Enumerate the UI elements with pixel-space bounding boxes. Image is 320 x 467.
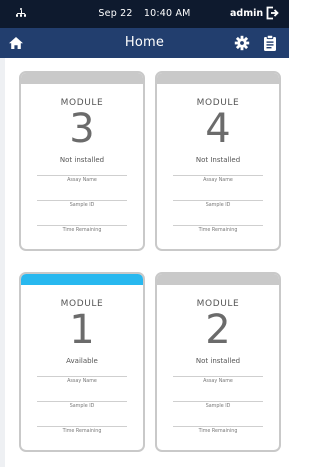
time-remaining-field: Time Remaining [173, 217, 263, 242]
module-status: Not installed [59, 156, 105, 164]
module-card-header [21, 274, 143, 285]
time-remaining-field: Time Remaining [37, 418, 127, 443]
sample-id-field: Sample ID [173, 192, 263, 217]
assay-name-label: Assay Name [67, 178, 97, 183]
module-number: 3 [69, 106, 95, 152]
clipboard-icon[interactable] [262, 34, 278, 52]
time-remaining-label: Time Remaining [198, 228, 238, 233]
module-card-1[interactable]: MODULE 1 Available Assay Name Sample ID … [19, 272, 145, 452]
assay-name-field: Assay Name [173, 167, 263, 192]
module-card-2[interactable]: MODULE 2 Not installed Assay Name Sample… [155, 272, 281, 452]
assay-name-label: Assay Name [203, 178, 233, 183]
sample-id-label: Sample ID [205, 404, 231, 409]
time-remaining-label: Time Remaining [62, 228, 102, 233]
time-remaining-label: Time Remaining [198, 429, 238, 434]
time-remaining-label: Time Remaining [62, 429, 102, 434]
module-status: Not installed [195, 357, 241, 365]
module-card-3[interactable]: MODULE 3 Not installed Assay Name Sample… [19, 71, 145, 251]
sample-id-field: Sample ID [37, 192, 127, 217]
status-time: 10:40 AM [143, 8, 191, 19]
module-card-header [157, 73, 279, 84]
logout-icon[interactable] [264, 5, 280, 21]
left-edge [0, 58, 5, 467]
nav-bar: Home [0, 28, 289, 58]
module-number: 2 [205, 307, 231, 353]
sample-id-field: Sample ID [173, 393, 263, 418]
module-number: 1 [69, 307, 95, 353]
home-icon[interactable] [8, 35, 24, 51]
assay-name-label: Assay Name [203, 379, 233, 384]
assay-name-field: Assay Name [37, 167, 127, 192]
module-card-header [21, 73, 143, 84]
module-card-4[interactable]: MODULE 4 Not Installed Assay Name Sample… [155, 71, 281, 251]
gear-icon[interactable] [234, 35, 250, 51]
current-user: admin [230, 8, 264, 19]
module-status: Not Installed [195, 156, 241, 164]
assay-name-field: Assay Name [37, 368, 127, 393]
sample-id-label: Sample ID [69, 404, 95, 409]
status-date: Sep 22 [98, 8, 133, 19]
assay-name-field: Assay Name [173, 368, 263, 393]
sample-id-label: Sample ID [205, 203, 231, 208]
time-remaining-field: Time Remaining [37, 217, 127, 242]
assay-name-label: Assay Name [67, 379, 97, 384]
module-number: 4 [205, 106, 231, 152]
module-card-header [157, 274, 279, 285]
time-remaining-field: Time Remaining [173, 418, 263, 443]
module-status: Available [66, 357, 98, 365]
status-bar: Sep 22 10:40 AM admin [0, 0, 289, 28]
sample-id-label: Sample ID [69, 203, 95, 208]
sample-id-field: Sample ID [37, 393, 127, 418]
